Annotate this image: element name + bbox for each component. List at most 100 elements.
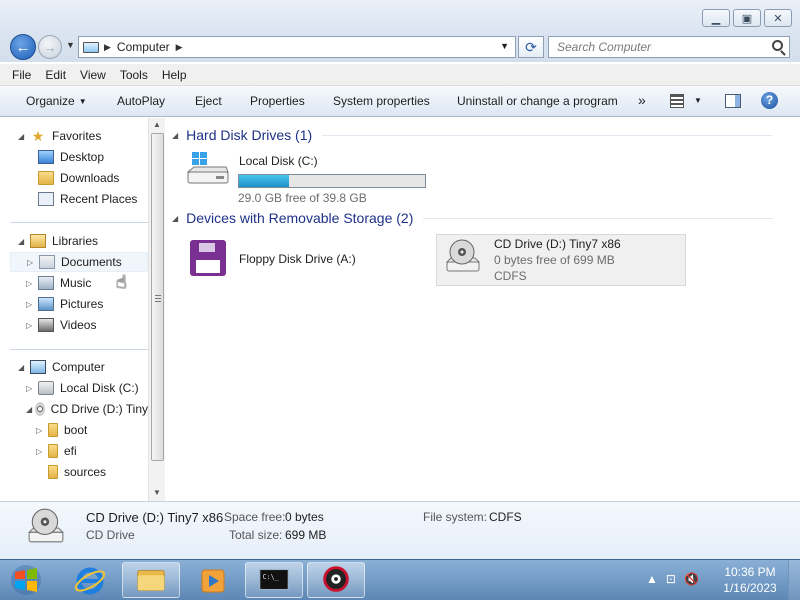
collapse-arrow-icon[interactable]: ◢	[172, 131, 178, 140]
nav-documents[interactable]: ▷ Documents	[10, 252, 148, 272]
menu-edit[interactable]: Edit	[45, 68, 66, 82]
expand-arrow-icon[interactable]: ▷	[26, 279, 38, 288]
nav-divider	[10, 349, 149, 350]
search-input[interactable]	[549, 37, 759, 57]
scroll-down-icon[interactable]: ▼	[153, 488, 161, 497]
address-bar[interactable]: ▶ Computer ▶ ▼	[78, 36, 516, 58]
scrollbar-thumb[interactable]	[151, 133, 164, 461]
nav-label: boot	[64, 423, 88, 437]
uninstall-program-button[interactable]: Uninstall or change a program	[457, 94, 618, 108]
network-icon[interactable]: ⊡	[666, 572, 676, 586]
taskbar-clock[interactable]: 10:36 PM 1/16/2023	[716, 564, 784, 596]
nav-videos[interactable]: ▷ Videos	[26, 315, 96, 335]
breadcrumb-computer[interactable]: Computer	[117, 40, 170, 54]
menu-help[interactable]: Help	[162, 68, 187, 82]
folder-icon	[48, 444, 58, 458]
music-icon	[38, 276, 54, 290]
nav-downloads[interactable]: Downloads	[26, 168, 119, 188]
expand-arrow-icon[interactable]: ▷	[26, 384, 38, 393]
menu-file[interactable]: File	[12, 68, 31, 82]
taskbar-command-prompt[interactable]: C:\_	[245, 562, 303, 598]
show-desktop-button[interactable]	[788, 560, 800, 600]
nav-label: Downloads	[60, 171, 120, 185]
view-dropdown-icon[interactable]: ▼	[694, 96, 702, 105]
nav-libraries[interactable]: ◢ Libraries	[18, 231, 98, 251]
nav-scrollbar[interactable]: ▲ ▼	[148, 118, 165, 501]
star-icon: ★	[31, 128, 45, 144]
collapse-arrow-icon[interactable]: ◢	[172, 214, 178, 223]
eject-button[interactable]: Eject	[195, 94, 222, 108]
hand-cursor-icon: ☝	[116, 272, 127, 292]
expand-arrow-icon[interactable]: ▷	[36, 447, 48, 456]
more-commands-button[interactable]: »	[638, 92, 646, 108]
folder-icon	[48, 423, 58, 437]
taskbar-internet-explorer[interactable]	[60, 562, 118, 598]
properties-button[interactable]: Properties	[250, 94, 305, 108]
nav-computer[interactable]: ◢ Computer	[18, 357, 105, 377]
collapse-arrow-icon[interactable]: ◢	[18, 363, 30, 372]
drive-tile-floppy[interactable]: Floppy Disk Drive (A:)	[166, 236, 426, 282]
organize-button[interactable]: Organize ▼	[26, 94, 87, 108]
address-dropdown-icon[interactable]: ▼	[500, 41, 509, 51]
taskbar-system-tool[interactable]	[307, 562, 365, 598]
internet-explorer-icon	[74, 567, 106, 595]
back-button[interactable]: ←	[10, 34, 36, 60]
details-space-free-value: 0 bytes	[285, 510, 324, 524]
forward-button[interactable]: →	[38, 35, 62, 59]
expand-arrow-icon[interactable]: ▷	[26, 300, 38, 309]
expand-arrow-icon[interactable]: ▷	[27, 258, 39, 267]
drive-tile-local-disk[interactable]: Local Disk (C:) 29.0 GB free of 39.8 GB	[166, 152, 436, 205]
view-options-icon[interactable]	[670, 94, 684, 108]
menu-tools[interactable]: Tools	[120, 68, 148, 82]
drive-tile-cd[interactable]: CD Drive (D:) Tiny7 x86 0 bytes free of …	[436, 234, 686, 286]
drive-free-space: 0 bytes free of 699 MB	[494, 253, 615, 267]
breadcrumb-chevron-icon[interactable]: ▶	[176, 42, 183, 53]
recent-pages-dropdown[interactable]: ▼	[66, 40, 75, 50]
collapse-arrow-icon[interactable]: ◢	[18, 237, 30, 246]
nav-label: Desktop	[60, 150, 105, 164]
taskbar-media-player[interactable]	[183, 562, 241, 598]
nav-folder-efi[interactable]: ▷ efi	[36, 441, 77, 461]
help-icon[interactable]: ?	[761, 92, 778, 109]
close-button[interactable]: ✕	[764, 9, 792, 27]
nav-desktop[interactable]: Desktop	[26, 147, 104, 167]
libraries-icon	[30, 234, 46, 248]
system-properties-button[interactable]: System properties	[333, 94, 430, 108]
menu-view[interactable]: View	[80, 68, 106, 82]
details-item-name: CD Drive (D:) Tiny7 x86	[86, 510, 224, 525]
nav-folder-boot[interactable]: ▷ boot	[36, 420, 87, 440]
start-button[interactable]	[10, 564, 42, 596]
collapse-arrow-icon[interactable]: ◢	[26, 405, 35, 414]
search-icon[interactable]	[772, 40, 783, 51]
nav-local-disk[interactable]: ▷ Local Disk (C:)	[26, 378, 139, 398]
expand-arrow-icon[interactable]: ▷	[36, 426, 48, 435]
nav-recent-places[interactable]: Recent Places	[26, 189, 137, 209]
nav-divider	[10, 222, 149, 223]
nav-folder-sources[interactable]: sources	[36, 462, 106, 482]
group-header-removable-storage[interactable]: ◢ Devices with Removable Storage (2)	[172, 210, 774, 226]
nav-favorites[interactable]: ◢ ★ Favorites	[18, 126, 101, 146]
autoplay-button[interactable]: AutoPlay	[117, 94, 165, 108]
minimize-button[interactable]: ▁	[702, 9, 730, 27]
command-bar: Organize ▼ AutoPlay Eject Properties Syst…	[0, 86, 800, 117]
taskbar-windows-explorer[interactable]	[122, 562, 180, 598]
nav-cd-drive[interactable]: ◢ CD Drive (D:) Tiny	[26, 399, 148, 419]
breadcrumb-chevron-icon[interactable]: ▶	[104, 42, 111, 53]
volume-muted-icon[interactable]: 🔇	[684, 572, 699, 586]
group-title: Devices with Removable Storage (2)	[186, 210, 414, 226]
scroll-up-icon[interactable]: ▲	[153, 120, 161, 129]
downloads-folder-icon	[38, 171, 54, 185]
collapse-arrow-icon[interactable]: ◢	[18, 132, 30, 141]
preview-pane-icon[interactable]	[725, 94, 741, 108]
details-pane: CD Drive (D:) Tiny7 x86 CD Drive Space f…	[0, 501, 800, 559]
group-header-hard-disk-drives[interactable]: ◢ Hard Disk Drives (1)	[172, 127, 773, 143]
refresh-button[interactable]: ⟳	[518, 36, 544, 58]
expand-arrow-icon[interactable]: ▷	[26, 321, 38, 330]
nav-music[interactable]: ▷ Music	[26, 273, 91, 293]
refresh-icon: ⟳	[525, 38, 537, 55]
address-row: ← → ▼ ▶ Computer ▶ ▼ ⟳	[0, 32, 800, 62]
maximize-button[interactable]: ▣	[733, 9, 761, 27]
nav-pictures[interactable]: ▷ Pictures	[26, 294, 103, 314]
show-hidden-icons-icon[interactable]: ▲	[646, 572, 658, 586]
recent-places-icon	[38, 192, 54, 206]
